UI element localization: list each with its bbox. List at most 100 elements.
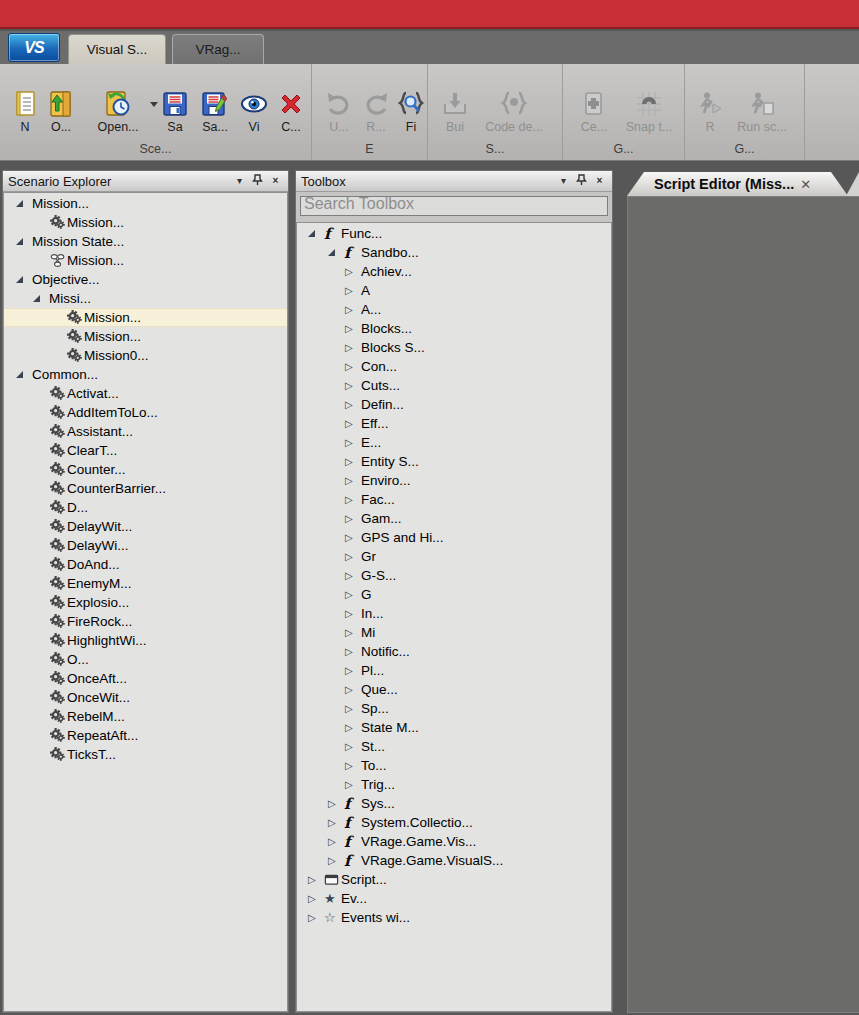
expander-expanded-icon[interactable] (16, 276, 32, 283)
expander-collapsed-icon[interactable]: ▷ (345, 495, 361, 505)
expander-collapsed-icon[interactable]: ▷ (345, 514, 361, 524)
toolbox-header[interactable]: Toolbox ▾ × (296, 171, 612, 192)
expander-collapsed-icon[interactable]: ▷ (308, 913, 324, 923)
tree-item[interactable]: ▷In... (297, 604, 611, 623)
expander-collapsed-icon[interactable]: ▷ (345, 286, 361, 296)
tree-item[interactable]: Counter... (4, 460, 287, 479)
ribbon-button-bui[interactable]: Bui (436, 87, 474, 134)
expander-collapsed-icon[interactable]: ▷ (345, 533, 361, 543)
ribbon-button-r[interactable]: R (693, 87, 727, 134)
tree-item[interactable]: ▷A (297, 281, 611, 300)
tree-item[interactable]: ▷Gam... (297, 509, 611, 528)
tree-item[interactable]: ▷GPS and Hi... (297, 528, 611, 547)
tree-item[interactable]: RebelM... (4, 707, 287, 726)
expander-collapsed-icon[interactable]: ▷ (345, 552, 361, 562)
expander-expanded-icon[interactable] (328, 249, 344, 256)
tree-item[interactable]: ▷Mi (297, 623, 611, 642)
expander-collapsed-icon[interactable]: ▷ (345, 476, 361, 486)
tree-item[interactable]: ▷Notific... (297, 642, 611, 661)
expander-expanded-icon[interactable] (16, 371, 32, 378)
expander-collapsed-icon[interactable]: ▷ (345, 723, 361, 733)
expander-collapsed-icon[interactable]: ▷ (345, 457, 361, 467)
tree-item[interactable]: ▷fSystem.Collectio... (297, 813, 611, 832)
ribbon-button-codede[interactable]: Code de... (474, 87, 554, 134)
expander-collapsed-icon[interactable]: ▷ (328, 837, 344, 847)
tree-item[interactable]: ▷E... (297, 433, 611, 452)
tree-item[interactable]: O... (4, 650, 287, 669)
expander-collapsed-icon[interactable]: ▷ (345, 590, 361, 600)
tree-item[interactable]: HighlightWi... (4, 631, 287, 650)
ribbon-button-c[interactable]: C... (272, 87, 310, 134)
tree-item[interactable]: ▷Entity S... (297, 452, 611, 471)
expander-collapsed-icon[interactable]: ▷ (345, 343, 361, 353)
title-bar[interactable] (0, 0, 859, 29)
ribbon-button-o[interactable]: O... (42, 87, 80, 134)
expander-collapsed-icon[interactable]: ▷ (328, 799, 344, 809)
expander-collapsed-icon[interactable]: ▷ (345, 267, 361, 277)
script-editor-tab[interactable]: Script Editor (Miss... ✕ (627, 172, 848, 196)
expander-collapsed-icon[interactable]: ▷ (345, 305, 361, 315)
tree-item[interactable]: ▷Gr (297, 547, 611, 566)
ribbon-button-sa[interactable]: Sa (156, 87, 194, 134)
ribbon-button-sa[interactable]: Sa... (194, 87, 236, 134)
ribbon-tab-visual-scripting[interactable]: Visual S... (68, 34, 166, 64)
tree-item[interactable]: Mission... (4, 251, 287, 270)
tree-item[interactable]: ▷Blocks S... (297, 338, 611, 357)
ribbon-button-open[interactable]: Open... (80, 87, 156, 134)
tree-item[interactable]: ▷Blocks... (297, 319, 611, 338)
expander-collapsed-icon[interactable]: ▷ (345, 666, 361, 676)
tree-item[interactable]: ▷A... (297, 300, 611, 319)
chevron-down-icon[interactable]: ▾ (232, 174, 247, 188)
tree-item[interactable]: ClearT... (4, 441, 287, 460)
expander-collapsed-icon[interactable]: ▷ (328, 818, 344, 828)
tree-item[interactable]: DelayWit... (4, 517, 287, 536)
expander-collapsed-icon[interactable]: ▷ (345, 780, 361, 790)
expander-collapsed-icon[interactable]: ▷ (345, 400, 361, 410)
tree-item[interactable]: ▷Con... (297, 357, 611, 376)
expander-collapsed-icon[interactable]: ▷ (345, 609, 361, 619)
tree-item[interactable]: fSandbo... (297, 243, 611, 262)
close-icon[interactable]: ✕ (800, 177, 811, 192)
tree-item[interactable]: DoAnd... (4, 555, 287, 574)
tree-item[interactable]: Mission... (4, 213, 287, 232)
ribbon-button-ce[interactable]: Ce... (571, 87, 617, 134)
expander-collapsed-icon[interactable]: ▷ (308, 894, 324, 904)
expander-collapsed-icon[interactable]: ▷ (345, 704, 361, 714)
tree-item[interactable]: ▷fSys... (297, 794, 611, 813)
scenario-explorer-header[interactable]: Scenario Explorer ▾ × (3, 171, 288, 192)
tree-item[interactable]: Mission... (4, 327, 287, 346)
expander-collapsed-icon[interactable]: ▷ (345, 742, 361, 752)
tree-item[interactable]: ▷Eff... (297, 414, 611, 433)
script-editor-canvas[interactable] (627, 196, 859, 1013)
close-icon[interactable]: × (268, 174, 283, 188)
pin-icon[interactable] (574, 174, 589, 188)
tree-item[interactable]: ▷G-S... (297, 566, 611, 585)
expander-collapsed-icon[interactable]: ▷ (345, 628, 361, 638)
chevron-down-icon[interactable]: ▾ (556, 174, 571, 188)
tree-item[interactable]: Activat... (4, 384, 287, 403)
tree-item[interactable]: D... (4, 498, 287, 517)
tree-item[interactable]: CounterBarrier... (4, 479, 287, 498)
expander-collapsed-icon[interactable]: ▷ (308, 875, 324, 885)
expander-collapsed-icon[interactable]: ▷ (345, 381, 361, 391)
expander-collapsed-icon[interactable]: ▷ (345, 419, 361, 429)
app-menu-button[interactable]: VS (8, 33, 60, 62)
expander-expanded-icon[interactable] (16, 200, 32, 207)
tree-item[interactable]: Missi... (4, 289, 287, 308)
ribbon-button-n[interactable]: N (8, 87, 42, 134)
ribbon-button-runsc[interactable]: Run sc... (727, 87, 797, 134)
tree-item[interactable]: ▷State M... (297, 718, 611, 737)
tree-item[interactable]: ▷To... (297, 756, 611, 775)
tree-item[interactable]: ▷Pl... (297, 661, 611, 680)
expander-collapsed-icon[interactable]: ▷ (345, 685, 361, 695)
tree-item[interactable]: ▷Que... (297, 680, 611, 699)
tree-item[interactable]: Mission... (4, 194, 287, 213)
expander-expanded-icon[interactable] (33, 295, 49, 302)
expander-collapsed-icon[interactable]: ▷ (328, 856, 344, 866)
tree-item[interactable]: ▷St... (297, 737, 611, 756)
tree-item[interactable]: ▷Trig... (297, 775, 611, 794)
expander-collapsed-icon[interactable]: ▷ (345, 571, 361, 581)
ribbon-button-u[interactable]: U... (320, 87, 358, 134)
ribbon-button-fi[interactable]: Fi (394, 87, 428, 134)
ribbon-tab-vrage[interactable]: VRag... (172, 34, 264, 64)
